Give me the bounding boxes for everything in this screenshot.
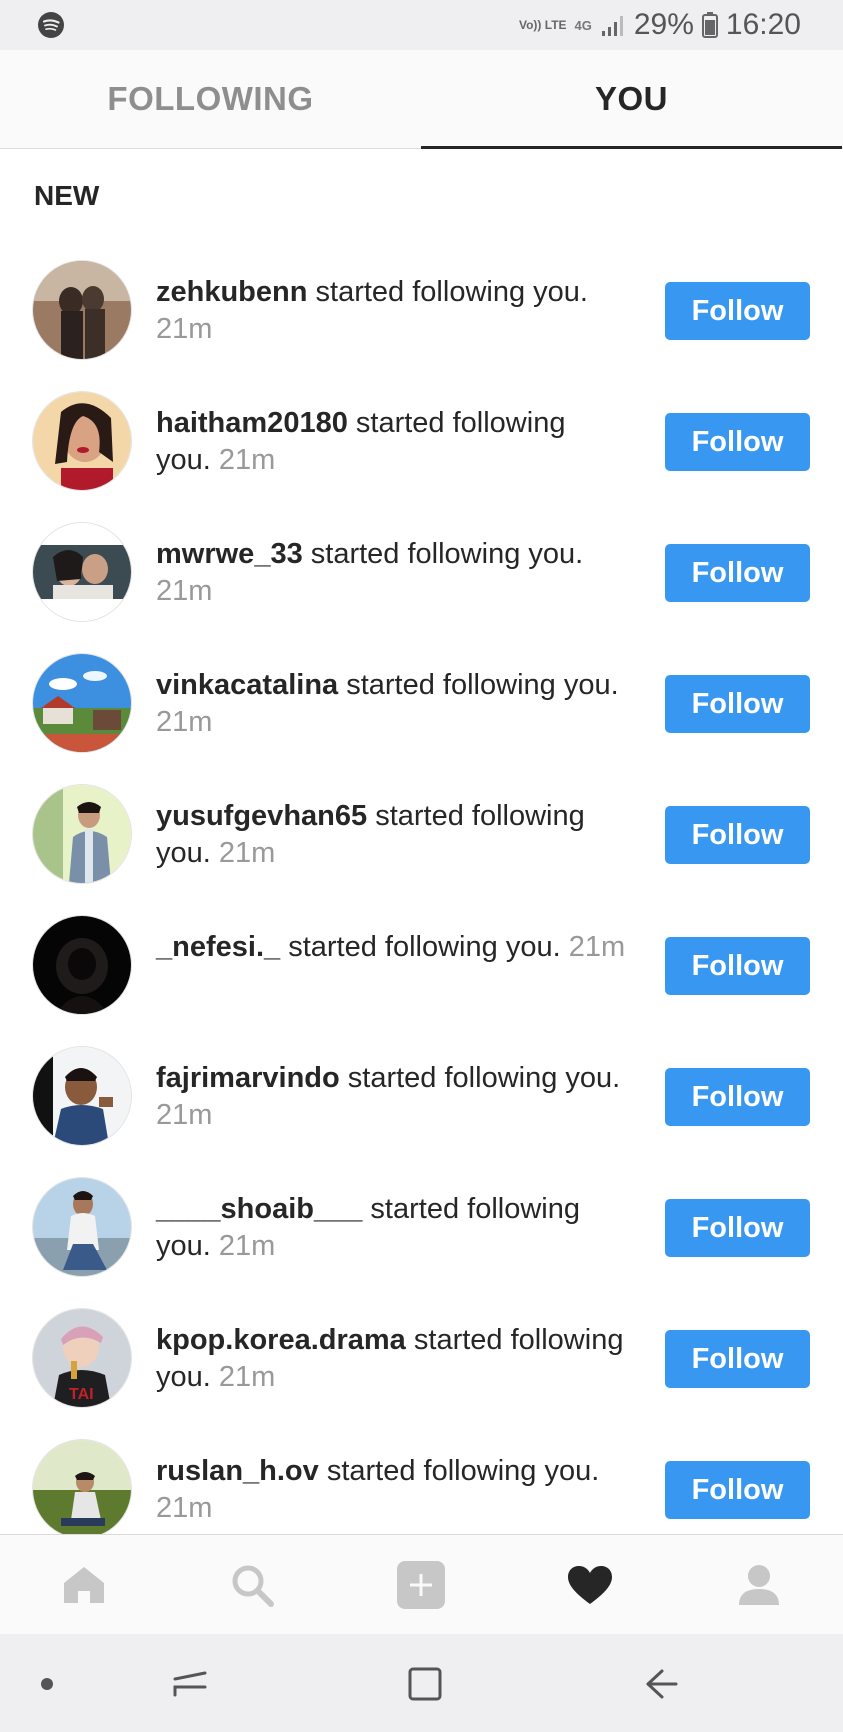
back-icon[interactable] <box>636 1659 686 1709</box>
action-text: started following you. <box>346 669 619 701</box>
notification-row[interactable]: haitham20180 started following you. 21m … <box>0 379 843 510</box>
notification-text: _nefesi._ started following you. 21m <box>156 929 626 966</box>
avatar[interactable] <box>33 785 131 883</box>
system-nav-bar <box>0 1634 843 1732</box>
timestamp: 21m <box>218 1361 276 1393</box>
notification-text: ____shoaib___ started following you. 21m <box>156 1191 626 1265</box>
timestamp: 21m <box>156 1492 213 1524</box>
username-link[interactable]: kpop.korea.drama <box>156 1324 406 1356</box>
follow-button[interactable]: Follow <box>665 1068 810 1126</box>
battery-percent: 29% <box>633 8 694 41</box>
avatar[interactable] <box>33 1178 131 1276</box>
tab-you[interactable]: YOU <box>421 50 842 149</box>
username-link[interactable]: haitham20180 <box>156 407 348 439</box>
follow-button[interactable]: Follow <box>665 1330 810 1388</box>
notification-text: zehkubenn started following you. 21m <box>156 274 626 348</box>
timestamp: 21m <box>218 1230 276 1262</box>
username-link[interactable]: zehkubenn <box>156 276 307 308</box>
avatar[interactable] <box>33 654 131 752</box>
avatar[interactable] <box>33 523 131 621</box>
notification-row[interactable]: mwrwe_33 started following you. 21m Foll… <box>0 510 843 641</box>
timestamp: 21m <box>156 1099 213 1131</box>
username-link[interactable]: mwrwe_33 <box>156 538 303 570</box>
username-link[interactable]: ruslan_h.ov <box>156 1455 319 1487</box>
spotify-icon <box>38 12 64 38</box>
follow-button[interactable]: Follow <box>665 937 810 995</box>
action-text: started following you. <box>347 1062 621 1094</box>
avatar[interactable] <box>33 1440 131 1538</box>
follow-button[interactable]: Follow <box>665 675 810 733</box>
add-post-icon[interactable] <box>391 1557 451 1613</box>
follow-button[interactable]: Follow <box>665 1199 810 1257</box>
notification-text: ruslan_h.ov started following you. 21m <box>156 1453 626 1527</box>
avatar[interactable]: TAI <box>33 1309 131 1407</box>
home-icon[interactable] <box>54 1557 114 1613</box>
notification-text: mwrwe_33 started following you. 21m <box>156 536 626 610</box>
timestamp: 21m <box>568 931 626 963</box>
avatar[interactable] <box>33 261 131 359</box>
svg-text:TAI: TAI <box>69 1386 94 1403</box>
timestamp: 21m <box>218 837 276 869</box>
clock: 16:20 <box>725 8 801 41</box>
bottom-nav <box>0 1534 843 1635</box>
username-link[interactable]: yusufgevhan65 <box>156 800 367 832</box>
action-text: started following you. <box>288 931 561 963</box>
timestamp: 21m <box>218 444 276 476</box>
notification-row[interactable]: yusufgevhan65 started following you. 21m… <box>0 772 843 903</box>
avatar[interactable] <box>33 1047 131 1145</box>
follow-button[interactable]: Follow <box>665 1461 810 1519</box>
notification-text: vinkacatalina started following you. 21m <box>156 667 626 741</box>
recent-apps-icon[interactable] <box>165 1659 215 1709</box>
notification-text: yusufgevhan65 started following you. 21m <box>156 798 626 872</box>
follow-button[interactable]: Follow <box>665 806 810 864</box>
timestamp: 21m <box>156 575 213 607</box>
notification-row[interactable]: zehkubenn started following you. 21m Fol… <box>0 248 843 379</box>
battery-icon <box>701 12 718 38</box>
notification-text: kpop.korea.drama started following you. … <box>156 1322 626 1396</box>
tab-following[interactable]: FOLLOWING <box>0 50 421 148</box>
username-link[interactable]: vinkacatalina <box>156 669 338 701</box>
action-text: started following you. <box>326 1455 600 1487</box>
follow-button[interactable]: Follow <box>665 413 810 471</box>
notification-row[interactable]: _nefesi._ started following you. 21m Fol… <box>0 903 843 1034</box>
notification-row[interactable]: vinkacatalina started following you. 21m… <box>0 641 843 772</box>
follow-button[interactable]: Follow <box>665 544 810 602</box>
status-bar: Vo)) LTE 4G 29% 16:20 <box>0 0 843 50</box>
avatar[interactable] <box>33 392 131 490</box>
notification-text: fajrimarvindo started following you. 21m <box>156 1060 626 1134</box>
volte-indicator: Vo)) LTE <box>518 17 567 32</box>
avatar[interactable] <box>33 916 131 1014</box>
home-square-icon[interactable] <box>400 1659 450 1709</box>
network-type-indicator: 4G <box>574 17 592 33</box>
notification-row[interactable]: ____shoaib___ started following you. 21m… <box>0 1165 843 1296</box>
dot-icon <box>22 1659 72 1709</box>
notification-row[interactable]: TAI kpop.korea.drama started following y… <box>0 1296 843 1427</box>
username-link[interactable]: ____shoaib___ <box>156 1193 362 1225</box>
username-link[interactable]: fajrimarvindo <box>156 1062 340 1094</box>
activity-tabs: FOLLOWING YOU <box>0 50 843 149</box>
search-icon[interactable] <box>222 1557 282 1613</box>
profile-icon[interactable] <box>729 1557 789 1613</box>
username-link[interactable]: _nefesi._ <box>156 931 280 963</box>
action-text: started following you. <box>315 276 588 308</box>
timestamp: 21m <box>156 313 213 345</box>
notification-row[interactable]: fajrimarvindo started following you. 21m… <box>0 1034 843 1165</box>
timestamp: 21m <box>156 706 213 738</box>
action-text: started following you. <box>310 538 584 570</box>
notification-text: haitham20180 started following you. 21m <box>156 405 626 479</box>
notification-list: zehkubenn started following you. 21m Fol… <box>0 248 843 1558</box>
section-title-new: NEW <box>34 180 100 211</box>
signal-icon <box>601 16 623 36</box>
heart-icon[interactable] <box>560 1557 620 1613</box>
follow-button[interactable]: Follow <box>665 282 810 340</box>
